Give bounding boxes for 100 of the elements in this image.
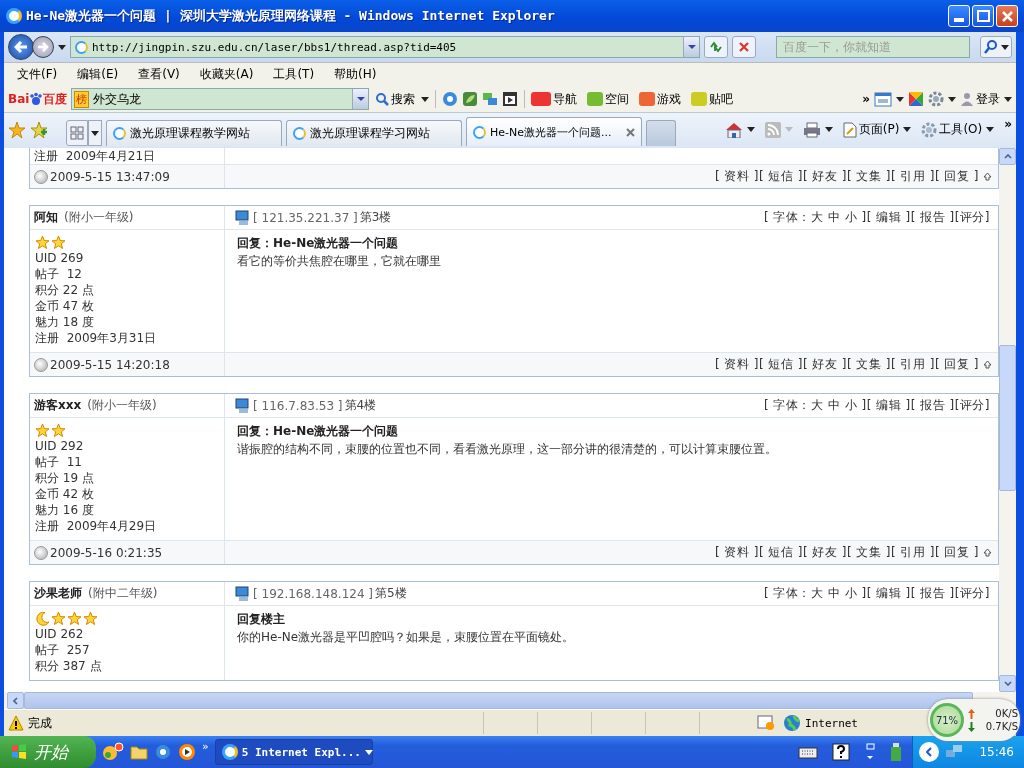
dropdown-button[interactable] bbox=[683, 37, 699, 57]
leaf-icon[interactable] bbox=[462, 91, 479, 107]
caret-icon[interactable] bbox=[1004, 96, 1012, 102]
help-icon[interactable] bbox=[832, 743, 851, 761]
post-action-link[interactable]: [ 回复 ] bbox=[935, 544, 979, 561]
post-action-link[interactable]: [ 引用 ] bbox=[891, 544, 935, 561]
scroll-thumb[interactable] bbox=[999, 345, 1016, 491]
show-hidden-icons-button[interactable] bbox=[919, 742, 940, 762]
post-tool-link[interactable]: [ 编辑 ] bbox=[866, 585, 911, 602]
post-tool-link[interactable]: [ 字体：大 中 小 ] bbox=[764, 585, 867, 602]
back-to-top-icon[interactable] bbox=[983, 360, 992, 369]
page-menu-button[interactable]: 页面(P) bbox=[842, 121, 900, 138]
post-action-link[interactable]: [ 引用 ] bbox=[891, 356, 935, 373]
menu-item[interactable]: 工具(T) bbox=[268, 66, 320, 83]
close-tab-icon[interactable] bbox=[626, 127, 635, 137]
post-action-link[interactable]: [ 短信 ] bbox=[759, 544, 803, 561]
login-button[interactable]: 登录 bbox=[960, 90, 1000, 108]
post-action-link[interactable]: [ 好友 ] bbox=[803, 168, 847, 185]
media-player-icon[interactable] bbox=[178, 743, 196, 761]
browser-tab[interactable]: 激光原理课程学习网站 bbox=[286, 120, 462, 146]
post-tool-link[interactable]: [ 字体：大 中 小 ] bbox=[764, 397, 867, 414]
post-action-link[interactable]: [ 短信 ] bbox=[759, 356, 803, 373]
colorful-app-icon[interactable] bbox=[102, 742, 124, 762]
post-action-link[interactable]: [ 引用 ] bbox=[891, 168, 935, 185]
caret-icon[interactable] bbox=[986, 127, 995, 132]
author-name[interactable]: 游客xxx bbox=[34, 397, 82, 414]
usb-icon[interactable] bbox=[890, 742, 903, 762]
post-action-link[interactable]: [ 资料 ] bbox=[715, 544, 759, 561]
back-to-top-icon[interactable] bbox=[983, 548, 992, 557]
post-action-link[interactable]: [ 文集 ] bbox=[847, 544, 891, 561]
back-button[interactable] bbox=[8, 34, 34, 60]
post-action-link[interactable]: [ 资料 ] bbox=[715, 356, 759, 373]
scroll-left-button[interactable] bbox=[7, 692, 24, 709]
toolbar-link[interactable]: 空间 bbox=[587, 90, 630, 108]
printer-icon[interactable] bbox=[802, 121, 821, 138]
menu-item[interactable]: 查看(V) bbox=[133, 66, 185, 83]
more-button[interactable]: » bbox=[862, 92, 870, 106]
post-action-link[interactable]: [ 文集 ] bbox=[847, 356, 891, 373]
post-tool-link[interactable]: [评分] bbox=[954, 585, 990, 602]
post-tool-link[interactable]: [评分] bbox=[954, 397, 990, 414]
caret-icon[interactable] bbox=[824, 127, 833, 132]
back-to-top-icon[interactable] bbox=[983, 172, 992, 181]
forward-button[interactable] bbox=[32, 36, 54, 58]
toolbar-search-field[interactable]: 榜 外交乌龙 bbox=[71, 88, 370, 110]
close-button[interactable] bbox=[996, 5, 1018, 27]
search-field[interactable]: 百度一下，你就知道 bbox=[776, 36, 970, 58]
author-name[interactable]: 沙果老师 bbox=[34, 585, 82, 602]
post-tool-link[interactable]: [评分] bbox=[954, 209, 990, 226]
caret-icon[interactable] bbox=[948, 96, 956, 102]
post-action-link[interactable]: [ 资料 ] bbox=[715, 168, 759, 185]
toolbar-link[interactable]: 导航 bbox=[531, 90, 578, 108]
folder-icon[interactable] bbox=[130, 743, 148, 761]
maximize-button[interactable] bbox=[972, 5, 994, 27]
author-name[interactable]: 阿知 bbox=[34, 209, 58, 226]
caret-icon[interactable] bbox=[746, 127, 755, 132]
more-button[interactable]: » bbox=[202, 740, 209, 753]
menu-item[interactable]: 编辑(E) bbox=[72, 66, 124, 83]
home-icon[interactable] bbox=[724, 121, 743, 138]
caret-icon[interactable] bbox=[903, 127, 912, 132]
toolbar-link[interactable]: 游戏 bbox=[639, 90, 682, 108]
post-action-link[interactable]: [ 短信 ] bbox=[759, 168, 803, 185]
browser-tab[interactable]: He-Ne激光器一个问题... bbox=[466, 117, 642, 146]
keyboard-icon[interactable] bbox=[798, 744, 819, 760]
search-button[interactable] bbox=[980, 36, 1012, 58]
caret-icon[interactable] bbox=[421, 96, 430, 102]
menu-item[interactable]: 收藏夹(A) bbox=[194, 66, 259, 83]
menu-item[interactable]: 帮助(H) bbox=[329, 66, 382, 83]
minimize-button[interactable] bbox=[948, 5, 970, 27]
refresh-button[interactable] bbox=[704, 36, 728, 58]
post-tool-link[interactable]: [ 报告 ] bbox=[910, 585, 955, 602]
toolbar-link[interactable]: 贴吧 bbox=[691, 90, 734, 108]
ie-icon[interactable] bbox=[154, 743, 172, 761]
browser-tab[interactable]: 激光原理课程教学网站 bbox=[106, 120, 282, 146]
favorites-star-icon[interactable] bbox=[8, 120, 26, 139]
tools-menu-button[interactable]: 工具(O) bbox=[921, 121, 983, 138]
post-action-link[interactable]: [ 回复 ] bbox=[935, 356, 979, 373]
address-field[interactable]: http://jingpin.szu.edu.cn/laser/bbs1/thread.asp?tid=405 bbox=[70, 36, 700, 58]
scroll-down-button[interactable] bbox=[999, 675, 1016, 692]
dropdown-button[interactable] bbox=[352, 89, 369, 109]
menu-item[interactable]: 文件(F) bbox=[12, 66, 63, 83]
caret-icon[interactable] bbox=[896, 96, 904, 102]
tab-list-button[interactable] bbox=[88, 120, 102, 146]
post-action-link[interactable]: [ 好友 ] bbox=[803, 544, 847, 561]
video-icon[interactable] bbox=[502, 91, 519, 107]
more-button[interactable]: » bbox=[1004, 117, 1012, 131]
post-tool-link[interactable]: [ 编辑 ] bbox=[866, 397, 911, 414]
post-tool-link[interactable]: [ 报告 ] bbox=[910, 209, 955, 226]
add-favorite-icon[interactable] bbox=[30, 120, 48, 139]
taskbar-button[interactable]: 5 Internet Expl... bbox=[214, 739, 373, 765]
calendar-icon[interactable] bbox=[874, 91, 892, 107]
music-icon[interactable] bbox=[442, 91, 459, 107]
scroll-up-button[interactable] bbox=[999, 148, 1016, 165]
stop-button[interactable] bbox=[732, 36, 756, 58]
toolbar-search-button[interactable]: 搜索 bbox=[373, 90, 418, 108]
window-icon[interactable] bbox=[864, 743, 877, 761]
post-action-link[interactable]: [ 文集 ] bbox=[847, 168, 891, 185]
post-action-link[interactable]: [ 好友 ] bbox=[803, 356, 847, 373]
post-tool-link[interactable]: [ 编辑 ] bbox=[866, 209, 911, 226]
post-action-link[interactable]: [ 回复 ] bbox=[935, 168, 979, 185]
post-tool-link[interactable]: [ 报告 ] bbox=[910, 397, 955, 414]
